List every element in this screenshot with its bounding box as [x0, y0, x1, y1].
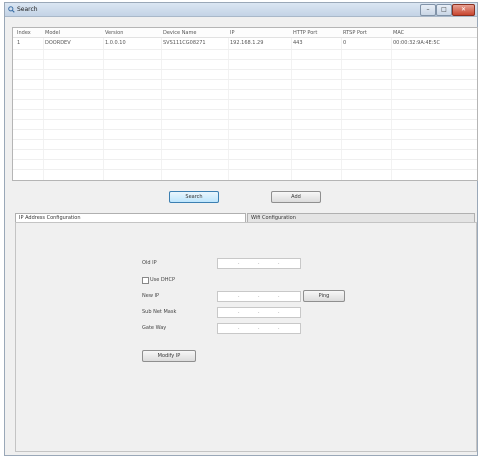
- old-ip-label: Old IP: [142, 260, 157, 266]
- ip-dot: .: [278, 325, 280, 331]
- ping-button[interactable]: Ping: [303, 290, 345, 302]
- row-line: [13, 69, 477, 70]
- row-line: [13, 129, 477, 130]
- ip-config-panel: Old IP . . . Use DHCP New IP . . . Ping …: [15, 222, 477, 452]
- row-line: [13, 99, 477, 100]
- column-divider: [103, 28, 104, 180]
- ip-dot: .: [238, 325, 240, 331]
- ip-dot: .: [278, 309, 280, 315]
- ip-dot: .: [278, 293, 280, 299]
- ip-dot: .: [258, 260, 260, 266]
- row-line: [13, 109, 477, 110]
- row-line: [13, 149, 477, 150]
- new-ip-label: New IP: [142, 293, 159, 299]
- modify-ip-button[interactable]: Modify IP: [142, 350, 196, 362]
- cell-ip: 192.168.1.29: [230, 40, 264, 46]
- new-ip-field[interactable]: . . .: [217, 291, 301, 302]
- row-line: [13, 119, 477, 120]
- column-header-rtsp-port[interactable]: RTSP Port: [343, 30, 367, 36]
- gateway-label: Gate Way: [142, 325, 167, 331]
- add-button[interactable]: Add: [271, 191, 321, 203]
- row-line: [13, 89, 477, 90]
- row-line: [13, 159, 477, 160]
- column-header-mac[interactable]: MAC: [393, 30, 404, 36]
- cell-model: DOORDEV: [45, 40, 71, 46]
- cell-device-name: SVS111CG08271: [163, 40, 206, 46]
- row-line: [13, 169, 477, 170]
- close-button[interactable]: ✕: [452, 4, 475, 16]
- column-header-version[interactable]: Version: [105, 30, 123, 36]
- title-bar[interactable]: Search – □ ✕: [5, 3, 477, 17]
- row-line: [13, 59, 477, 60]
- cell-rtsp-port: 0: [343, 40, 347, 46]
- cell-index: 1: [17, 40, 21, 46]
- ip-dot: .: [238, 293, 240, 299]
- column-divider: [341, 28, 342, 180]
- subnet-mask-label: Sub Net Mask: [142, 309, 177, 315]
- column-divider: [391, 28, 392, 180]
- column-header-http-port[interactable]: HTTP Port: [293, 30, 317, 36]
- ip-dot: .: [278, 260, 280, 266]
- row-line: [13, 79, 477, 80]
- cell-http-port: 443: [293, 40, 303, 46]
- ip-dot: .: [238, 309, 240, 315]
- column-divider: [228, 28, 229, 180]
- subnet-mask-field[interactable]: . . .: [217, 307, 301, 318]
- search-window: Search – □ ✕ Index Model Version Device …: [4, 2, 478, 456]
- ip-dot: .: [238, 260, 240, 266]
- column-header-ip[interactable]: IP: [230, 30, 235, 36]
- old-ip-field[interactable]: . . .: [217, 258, 301, 269]
- search-app-icon: [8, 6, 15, 13]
- column-divider: [291, 28, 292, 180]
- column-divider: [43, 28, 44, 180]
- use-dhcp-label: Use DHCP: [150, 277, 176, 283]
- row-line: [13, 139, 477, 140]
- ip-dot: .: [258, 293, 260, 299]
- column-header-device-name[interactable]: Device Name: [163, 30, 196, 36]
- row-line: [13, 49, 477, 50]
- column-divider: [161, 28, 162, 180]
- search-button[interactable]: Search: [169, 191, 219, 203]
- column-header-index[interactable]: Index: [17, 30, 31, 36]
- device-list[interactable]: Index Model Version Device Name IP HTTP …: [12, 27, 478, 181]
- gateway-field[interactable]: . . .: [217, 323, 301, 334]
- ip-dot: .: [258, 309, 260, 315]
- device-row[interactable]: 1 DOORDEV 1.0.0.10 SVS111CG08271 192.168…: [13, 39, 477, 48]
- window-title: Search: [17, 6, 38, 13]
- minimize-button[interactable]: –: [420, 4, 436, 16]
- column-header-model[interactable]: Model: [45, 30, 60, 36]
- list-header: Index Model Version Device Name IP HTTP …: [13, 28, 477, 38]
- cell-mac: 00:00:32:9A:4E:5C: [393, 40, 441, 46]
- maximize-button[interactable]: □: [436, 4, 452, 16]
- ip-dot: .: [258, 325, 260, 331]
- use-dhcp-checkbox[interactable]: [142, 277, 149, 284]
- cell-version: 1.0.0.10: [105, 40, 126, 46]
